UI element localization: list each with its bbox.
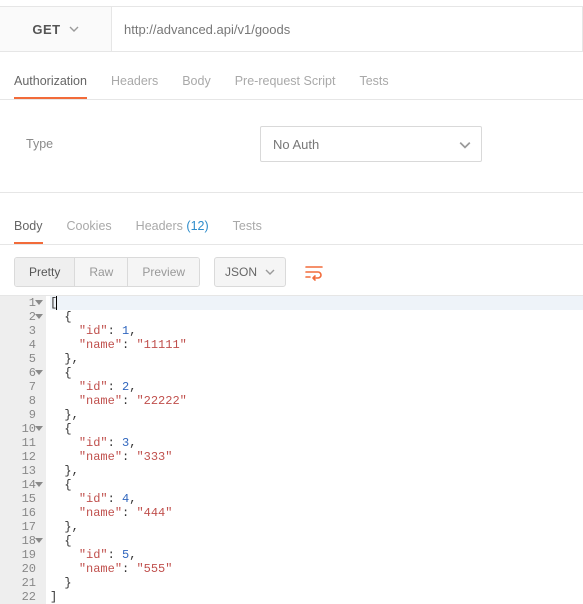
code-line: }, [50,520,583,534]
code-line: ] [50,590,583,604]
tab-resp-headers[interactable]: Headers (12) [136,209,209,244]
code-line: { [50,366,583,380]
code-line: "id": 3, [50,436,583,450]
text-cursor [56,296,57,310]
line-number: 13 [0,464,42,478]
tab-headers[interactable]: Headers [111,64,158,99]
view-preview-button[interactable]: Preview [128,258,199,286]
method-label: GET [32,22,60,37]
response-code-viewer: 12345678910111213141516171819202122 [ { … [0,295,583,604]
request-tabs: Authorization Headers Body Pre-request S… [0,64,583,100]
line-number: 14 [0,478,42,492]
line-number: 22 [0,590,42,604]
language-select[interactable]: JSON [214,257,286,287]
code-body[interactable]: [ { "id": 1, "name": "11111" }, { "id": … [46,296,583,604]
line-number: 8 [0,394,42,408]
line-number: 15 [0,492,42,506]
code-line: } [50,576,583,590]
auth-panel: Type No Auth [0,100,583,193]
language-label: JSON [225,265,257,279]
tab-tests[interactable]: Tests [359,64,388,99]
url-text: http://advanced.api/v1/goods [124,22,290,37]
line-number: 11 [0,436,42,450]
headers-count: (12) [186,219,208,233]
line-number: 5 [0,352,42,366]
response-tabs: Body Cookies Headers (12) Tests [0,209,583,245]
line-number: 20 [0,562,42,576]
line-number: 1 [0,296,42,310]
tab-resp-headers-label: Headers [136,219,183,233]
url-input[interactable]: http://advanced.api/v1/goods [112,7,582,51]
view-mode-group: Pretty Raw Preview [14,257,200,287]
line-number: 7 [0,380,42,394]
code-line: "name": "22222" [50,394,583,408]
code-line: }, [50,352,583,366]
code-line: }, [50,464,583,478]
auth-type-label: Type [26,137,236,151]
auth-selected: No Auth [273,137,319,152]
view-pretty-button[interactable]: Pretty [15,258,75,286]
code-line: { [50,534,583,548]
chevron-down-icon [265,267,275,277]
code-line: "name": "555" [50,562,583,576]
line-number: 4 [0,338,42,352]
tab-resp-tests[interactable]: Tests [233,209,262,244]
code-line: { [50,478,583,492]
line-number: 21 [0,576,42,590]
request-bar: GET http://advanced.api/v1/goods [0,6,583,52]
code-line: "id": 4, [50,492,583,506]
view-raw-button[interactable]: Raw [75,258,128,286]
line-number: 2 [0,310,42,324]
line-number: 12 [0,450,42,464]
method-select[interactable]: GET [0,7,112,51]
tab-prerequest[interactable]: Pre-request Script [235,64,336,99]
tab-resp-cookies[interactable]: Cookies [67,209,112,244]
code-line: }, [50,408,583,422]
code-line: "id": 2, [50,380,583,394]
code-line: "id": 1, [50,324,583,338]
line-number: 17 [0,520,42,534]
code-line: [ [50,296,583,310]
line-number: 19 [0,548,42,562]
auth-type-select[interactable]: No Auth [260,126,482,162]
line-number: 18 [0,534,42,548]
tab-body[interactable]: Body [182,64,211,99]
code-line: { [50,422,583,436]
line-number: 6 [0,366,42,380]
code-line: { [50,310,583,324]
wrap-lines-icon[interactable] [300,258,328,286]
chevron-down-icon [69,24,79,34]
code-line: "name": "11111" [50,338,583,352]
code-line: "name": "333" [50,450,583,464]
line-number: 10 [0,422,42,436]
code-line: "name": "444" [50,506,583,520]
tab-resp-body[interactable]: Body [14,209,43,244]
line-gutter: 12345678910111213141516171819202122 [0,296,46,604]
line-number: 3 [0,324,42,338]
code-line: "id": 5, [50,548,583,562]
tab-authorization[interactable]: Authorization [14,64,87,99]
line-number: 16 [0,506,42,520]
chevron-down-icon [459,139,469,149]
format-row: Pretty Raw Preview JSON [0,245,583,295]
line-number: 9 [0,408,42,422]
